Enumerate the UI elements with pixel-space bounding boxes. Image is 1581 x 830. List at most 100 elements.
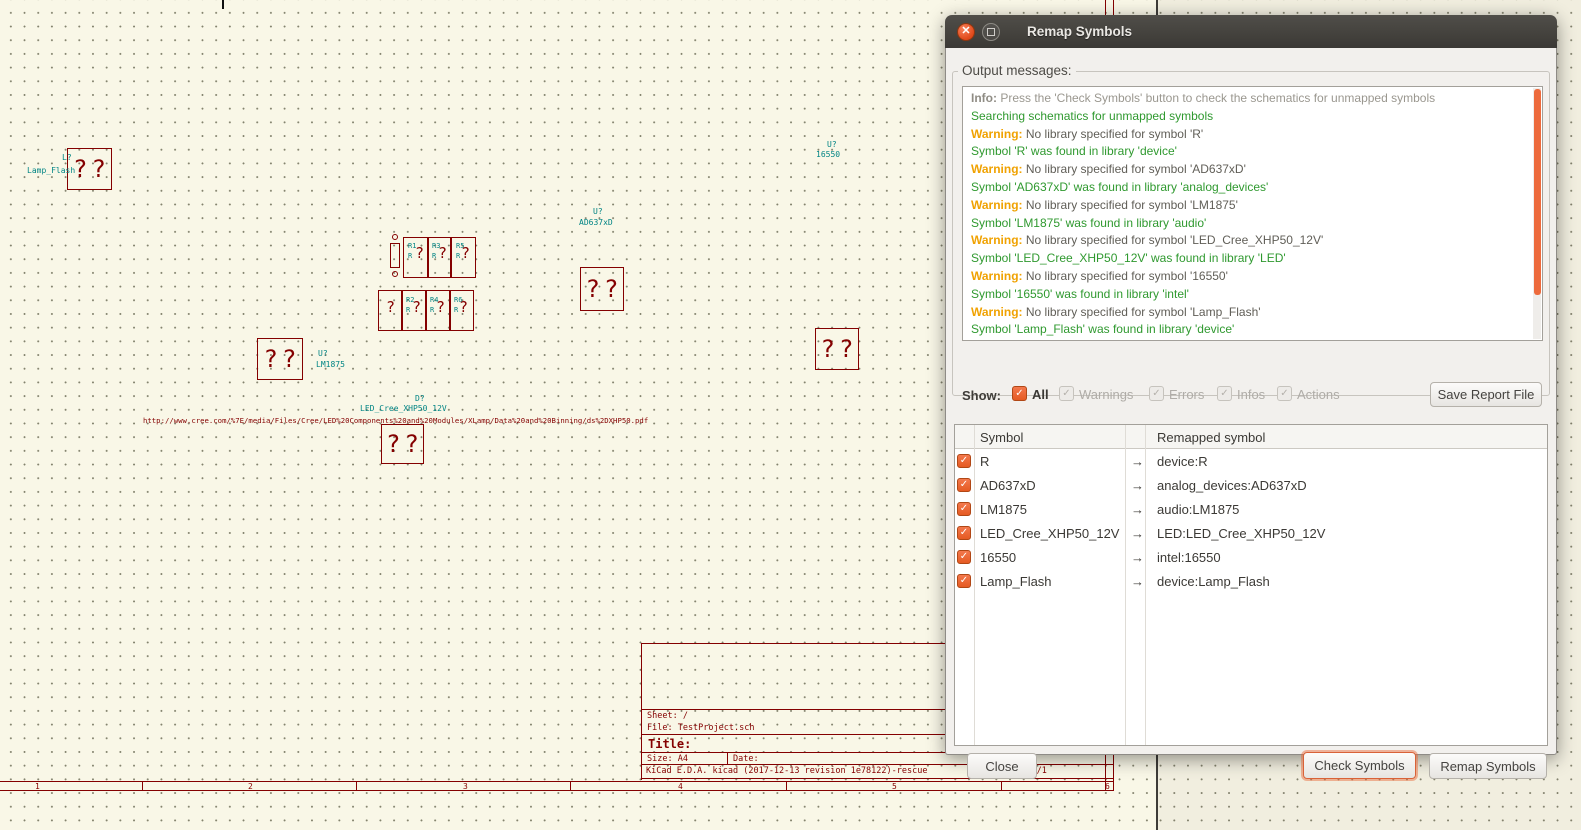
arrow-icon: → (1131, 497, 1144, 521)
row-remapped: intel:16550 (1157, 545, 1221, 569)
filter-checkbox-actions: ✓ (1277, 386, 1292, 401)
titleblock-size: Size: A4 (647, 754, 688, 764)
message-line: Warning: No library specified for symbol… (971, 161, 1528, 179)
resistor-pin (392, 234, 398, 240)
symbol-box-ad637[interactable]: ?? (580, 267, 624, 311)
dialog-title: Remap Symbols (1027, 24, 1132, 39)
table-row[interactable]: ✓ LED_Cree_XHP50_12V → LED:LED_Cree_XHP5… (955, 521, 1546, 545)
frame-divider (142, 781, 143, 791)
cursor-crosshair (222, 0, 224, 9)
unresolved-glyph: ? (438, 244, 447, 262)
filter-label-warnings: Warnings (1079, 387, 1133, 402)
save-report-file-button[interactable]: Save Report File (1430, 382, 1542, 407)
ref-label-led: D? (415, 394, 425, 403)
row-remapped: device:R (1157, 449, 1208, 473)
frame-line (1113, 0, 1114, 15)
page-boundary-line (1156, 755, 1158, 830)
close-button[interactable]: Close (967, 753, 1037, 779)
row-checkbox[interactable]: ✓ (957, 550, 971, 564)
value-label-ad637: AD637xD (579, 218, 613, 227)
message-line: Symbol 'Lamp_Flash' was found in library… (971, 321, 1528, 339)
frame-line (0, 781, 1114, 782)
message-line: Warning: No library specified for symbol… (971, 268, 1528, 286)
symbol-column-header[interactable]: Symbol (980, 425, 1023, 449)
output-messages-panel[interactable]: Info: Press the 'Check Symbols' button t… (962, 86, 1543, 341)
titleblock-line (641, 778, 1114, 779)
table-row[interactable]: ✓ 16550 → intel:16550 (955, 545, 1546, 569)
symbol-box-unknown[interactable]: ?? (815, 328, 859, 370)
row-symbol: AD637xD (980, 473, 1036, 497)
messages-scrollbar-thumb[interactable] (1534, 89, 1541, 295)
unresolved-glyph: ? (461, 244, 470, 262)
output-messages-label: Output messages: (958, 63, 1076, 78)
arrow-icon: → (1131, 473, 1144, 497)
ruler-number: 5 (892, 782, 897, 791)
message-line: Warning: No library specified for symbol… (971, 197, 1528, 215)
row-symbol: Lamp_Flash (980, 569, 1052, 593)
arrow-icon: → (1131, 521, 1144, 545)
ref-label-lamp: L? (62, 153, 72, 162)
frame-line (0, 790, 1114, 791)
ruler-number: 2 (248, 782, 253, 791)
value-label-r3: R (432, 252, 436, 260)
row-checkbox[interactable]: ✓ (957, 574, 971, 588)
titleblock-title-label: Title: (648, 737, 691, 751)
frame-line (1113, 755, 1114, 791)
unresolved-symbol-glyph: ?? (69, 155, 110, 183)
titleblock-sheet: Sheet: / (647, 711, 688, 721)
table-row[interactable]: ✓ LM1875 → audio:LM1875 (955, 497, 1546, 521)
unresolved-symbol-glyph: ?? (260, 345, 301, 373)
table-row[interactable]: ✓ R → device:R (955, 449, 1546, 473)
filter-checkbox-errors: ✓ (1149, 386, 1164, 401)
frame-line (1105, 0, 1106, 15)
message-line: Symbol 'LED_Cree_XHP50_12V' was found in… (971, 250, 1528, 268)
remap-table-header[interactable]: Symbol Remapped symbol (955, 425, 1547, 449)
value-label-led: LED_Cree_XHP50_12V (360, 404, 447, 413)
check-symbols-button[interactable]: Check Symbols (1303, 752, 1416, 779)
filter-label-actions: Actions (1297, 387, 1340, 402)
titleblock-comment: KiCad E.D.A. kicad (2017-12-13 revision … (646, 766, 927, 776)
ref-label-ad637: U? (593, 207, 603, 216)
unresolved-symbol-glyph: ?? (582, 275, 623, 303)
message-line: Searching schematics for unmapped symbol… (971, 108, 1528, 126)
filter-label-all: All (1032, 387, 1049, 402)
remap-symbols-button[interactable]: Remap Symbols (1429, 753, 1547, 779)
row-checkbox[interactable]: ✓ (957, 454, 971, 468)
symbol-box-led[interactable]: ?? (381, 424, 424, 464)
filter-label-infos: Infos (1237, 387, 1265, 402)
resistor-symbol[interactable] (390, 243, 400, 268)
value-label-lamp: Lamp_Flash (27, 166, 75, 175)
row-checkbox[interactable]: ✓ (957, 478, 971, 492)
messages-scrollbar[interactable] (1533, 88, 1541, 339)
filter-label-errors: Errors (1169, 387, 1204, 402)
unresolved-glyph: ? (412, 298, 421, 316)
value-label-r1: R (408, 252, 412, 260)
frame-line (1105, 755, 1106, 791)
dialog-titlebar[interactable]: ✕ Remap Symbols (945, 15, 1557, 49)
row-symbol: LM1875 (980, 497, 1027, 521)
row-remapped: device:Lamp_Flash (1157, 569, 1270, 593)
message-line: Warning: No library specified for symbol… (971, 126, 1528, 144)
remap-table[interactable]: Symbol Remapped symbol ✓ R → device:R ✓ … (954, 424, 1548, 746)
show-label: Show: (962, 388, 1001, 403)
unresolved-glyph: ? (459, 298, 468, 316)
remapped-column-header[interactable]: Remapped symbol (1157, 425, 1265, 449)
window-restore-icon[interactable] (982, 23, 1000, 41)
value-label-16550: 16550 (816, 150, 840, 159)
table-row[interactable]: ✓ Lamp_Flash → device:Lamp_Flash (955, 569, 1546, 593)
symbol-box-lm1875[interactable]: ?? (257, 338, 303, 380)
message-line: Symbol 'R' was found in library 'device' (971, 143, 1528, 161)
filter-checkbox-all[interactable]: ✓ (1012, 386, 1027, 401)
row-checkbox[interactable]: ✓ (957, 502, 971, 516)
row-remapped: analog_devices:AD637xD (1157, 473, 1307, 497)
row-checkbox[interactable]: ✓ (957, 526, 971, 540)
row-remapped: audio:LM1875 (1157, 497, 1239, 521)
message-line: Symbol 'LM1875' was found in library 'au… (971, 215, 1528, 233)
table-row[interactable]: ✓ AD637xD → analog_devices:AD637xD (955, 473, 1546, 497)
message-line: Symbol 'AD637xD' was found in library 'a… (971, 179, 1528, 197)
unresolved-symbol-glyph: ?? (382, 430, 423, 458)
ruler-number: 4 (678, 782, 683, 791)
window-close-icon[interactable]: ✕ (957, 23, 975, 41)
ref-label-lm1875: U? (318, 349, 328, 358)
ruler-number: 1 (35, 782, 40, 791)
